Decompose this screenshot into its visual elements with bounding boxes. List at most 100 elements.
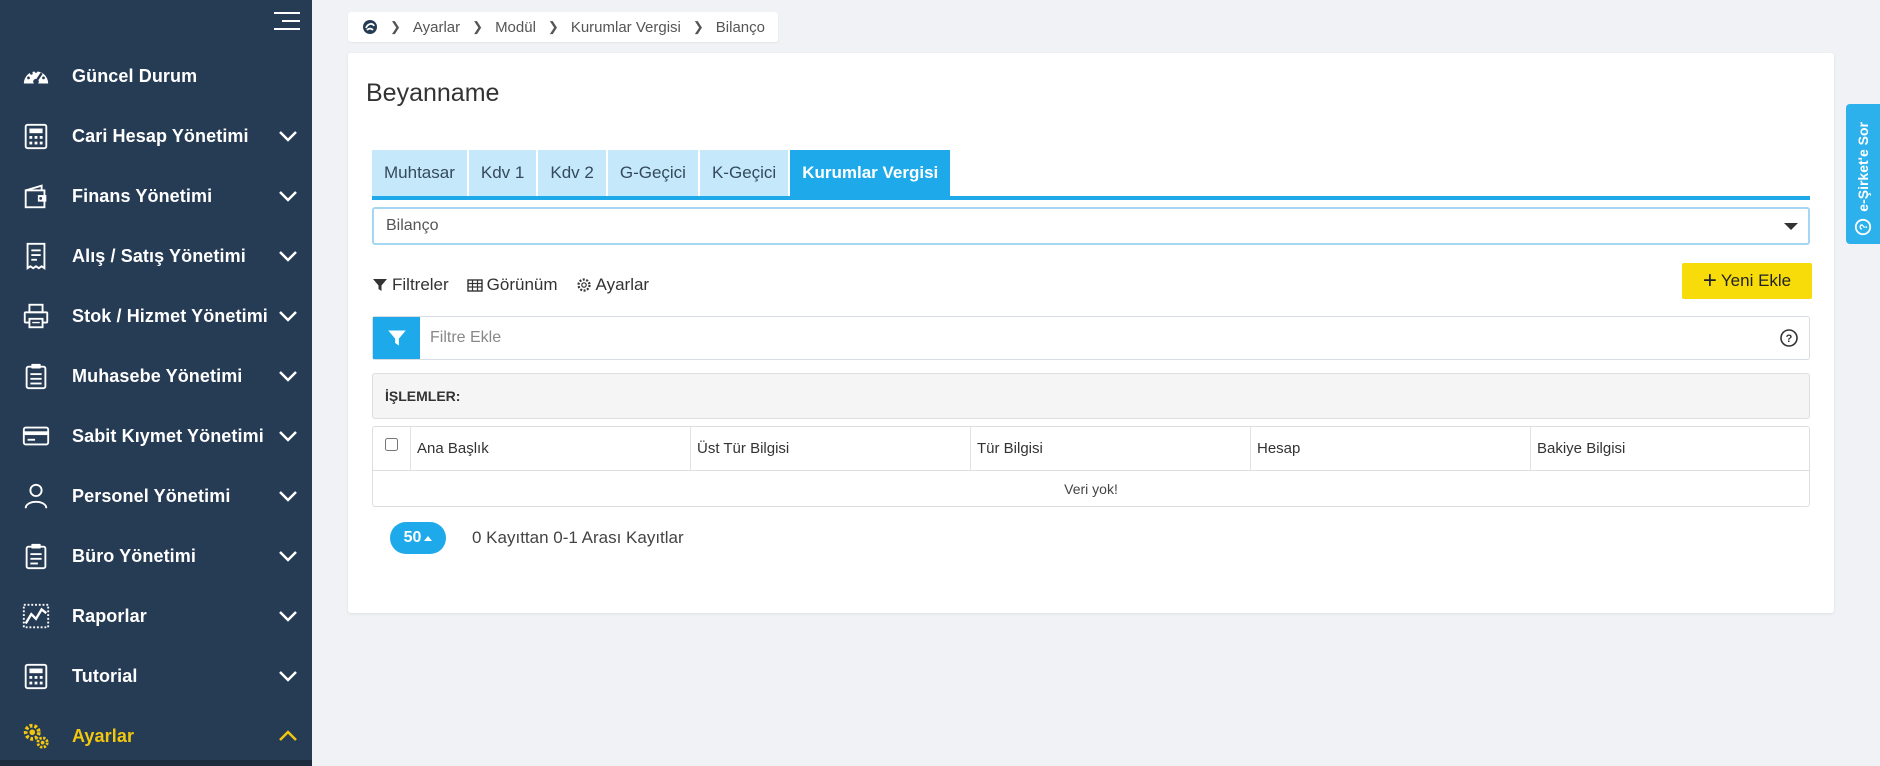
tab-kdv2[interactable]: Kdv 2 <box>538 150 606 196</box>
tab-k-gecici[interactable]: K-Geçici <box>699 150 789 196</box>
add-new-button[interactable]: + Yeni Ekle <box>1682 263 1812 299</box>
tab-g-gecici[interactable]: G-Geçici <box>607 150 698 196</box>
sidebar-item-label: Raporlar <box>72 605 147 626</box>
tab-kurumlar-vergisi[interactable]: Kurumlar Vergisi <box>790 150 951 196</box>
filter-bar: ? <box>372 316 1810 360</box>
sidebar-item-cari-hesap[interactable]: Cari Hesap Yönetimi <box>0 106 312 166</box>
column-header[interactable]: Bakiye Bilgisi <box>1531 427 1767 471</box>
sidebar-item-label: Personel Yönetimi <box>72 485 231 506</box>
tab-kdv1[interactable]: Kdv 1 <box>468 150 537 196</box>
sidebar-item-buro[interactable]: Büro Yönetimi <box>0 526 312 586</box>
chevron-down-icon <box>279 551 297 562</box>
sidebar-item-label: Cari Hesap Yönetimi <box>72 125 249 146</box>
clipboard-list-icon <box>20 540 52 572</box>
pagination: 50 0 Kayıttan 0-1 Arası Kayıtlar <box>390 522 684 554</box>
receipt-icon <box>20 240 52 272</box>
page-size-value: 50 <box>403 529 422 546</box>
operations-bar: İŞLEMLER: <box>372 373 1810 419</box>
sidebar-item-label: Tutorial <box>72 665 138 686</box>
operations-label: İŞLEMLER: <box>385 388 461 404</box>
funnel-icon <box>387 330 406 346</box>
chevron-down-icon <box>279 371 297 382</box>
sidebar-item-ayarlar[interactable]: Ayarlar <box>0 706 312 766</box>
chevron-right-icon: ❯ <box>472 19 484 34</box>
chevron-down-icon <box>279 131 297 142</box>
sidebar-nav: Güncel Durum Cari Hesap Yönetimi Finans … <box>0 46 312 766</box>
select-value: Bilanço <box>386 217 439 234</box>
settings-label: Ayarlar <box>595 275 650 294</box>
tab-muhtasar[interactable]: Muhtasar <box>372 150 467 196</box>
breadcrumb-item[interactable]: Ayarlar <box>413 19 460 36</box>
breadcrumb-item-current: Bilanço <box>715 18 765 36</box>
sidebar-header <box>0 0 312 46</box>
filter-apply-button[interactable] <box>373 317 420 359</box>
breadcrumb-item[interactable]: Kurumlar Vergisi <box>571 19 681 36</box>
sidebar-item-sabit-kiymet[interactable]: Sabit Kıymet Yönetimi <box>0 406 312 466</box>
tab-underline <box>372 196 1810 200</box>
sidebar-item-label: Güncel Durum <box>72 65 198 86</box>
filter-input[interactable] <box>420 318 1779 358</box>
add-new-label: Yeni Ekle <box>1720 271 1792 290</box>
line-chart-icon <box>20 600 52 632</box>
select-all-checkbox[interactable] <box>385 438 398 451</box>
sidebar-item-label: Muhasebe Yönetimi <box>72 365 243 386</box>
chevron-down-icon <box>279 311 297 322</box>
sidebar-item-label: Finans Yönetimi <box>72 185 213 206</box>
table-header: Ana Başlık Üst Tür Bilgisi Tür Bilgisi H… <box>373 426 1809 471</box>
breadcrumb-item[interactable]: Modül <box>495 19 536 36</box>
column-header[interactable]: Hesap <box>1251 426 1531 471</box>
chevron-down-icon <box>279 251 297 262</box>
calculator-icon <box>20 120 52 152</box>
home-logo-icon[interactable] <box>362 19 378 35</box>
sidebar-item-guncel-durum[interactable]: Güncel Durum <box>0 46 312 106</box>
page-size-dropdown[interactable]: 50 <box>390 522 446 554</box>
chevron-down-icon <box>279 611 297 622</box>
sidebar-item-alis-satis[interactable]: Alış / Satış Yönetimi <box>0 226 312 286</box>
gears-icon <box>20 720 52 752</box>
statement-type-select[interactable]: Bilanço <box>372 207 1810 245</box>
view-label: Görünüm <box>486 275 558 294</box>
view-button[interactable]: Görünüm <box>466 275 558 295</box>
chevron-right-icon: ❯ <box>692 19 704 34</box>
chevron-right-icon: ❯ <box>547 19 559 34</box>
sidebar-item-raporlar[interactable]: Raporlar <box>0 586 312 646</box>
sidebar-item-stok-hizmet[interactable]: Stok / Hizmet Yönetimi <box>0 286 312 346</box>
calculator-icon <box>20 660 52 692</box>
column-header[interactable]: Ana Başlık <box>411 426 691 471</box>
breadcrumb: ❯ Ayarlar ❯ Modül ❯ Kurumlar Vergisi ❯ B… <box>348 12 778 42</box>
wallet-icon <box>20 180 52 212</box>
sidebar-item-label: Büro Yönetimi <box>72 545 196 566</box>
dashboard-gauge-icon <box>20 60 52 92</box>
column-header[interactable]: Üst Tür Bilgisi <box>691 426 971 471</box>
sidebar-item-muhasebe[interactable]: Muhasebe Yönetimi <box>0 346 312 406</box>
chevron-up-icon <box>279 730 297 741</box>
table-grid-icon <box>466 279 483 292</box>
sidebar: Güncel Durum Cari Hesap Yönetimi Finans … <box>0 0 312 766</box>
sidebar-item-label: Ayarlar <box>72 725 135 746</box>
filters-label: Filtreler <box>392 275 449 294</box>
clipboard-icon <box>20 360 52 392</box>
data-table: Ana Başlık Üst Tür Bilgisi Tür Bilgisi H… <box>372 426 1810 507</box>
settings-button[interactable]: Ayarlar <box>576 275 650 295</box>
tab-bar: Muhtasar Kdv 1 Kdv 2 G-Geçici K-Geçici K… <box>372 150 952 196</box>
printer-icon <box>20 300 52 332</box>
menu-toggle-icon[interactable] <box>274 12 300 32</box>
select-all-cell <box>373 426 411 471</box>
question-circle-icon[interactable]: ? <box>1779 328 1799 348</box>
filters-button[interactable]: Filtreler <box>372 275 449 295</box>
empty-message: Veri yok! <box>1064 481 1118 497</box>
caret-up-icon <box>424 535 433 541</box>
sidebar-item-personel[interactable]: Personel Yönetimi <box>0 466 312 526</box>
column-header[interactable]: Tür Bilgisi <box>971 426 1251 471</box>
ask-company-tab[interactable]: e-Şirket'e Sor ? <box>1846 104 1880 244</box>
sidebar-item-tutorial[interactable]: Tutorial <box>0 646 312 706</box>
page-title: Beyanname <box>366 79 500 107</box>
sidebar-footer <box>0 760 312 766</box>
chevron-down-icon <box>279 431 297 442</box>
question-circle-icon: ? <box>1854 218 1872 236</box>
sidebar-item-finans[interactable]: Finans Yönetimi <box>0 166 312 226</box>
caret-down-icon <box>1784 223 1798 230</box>
chevron-right-icon: ❯ <box>390 19 401 34</box>
main-panel: Beyanname Muhtasar Kdv 1 Kdv 2 G-Geçici … <box>348 53 1834 613</box>
sidebar-item-label: Stok / Hizmet Yönetimi <box>72 305 268 326</box>
